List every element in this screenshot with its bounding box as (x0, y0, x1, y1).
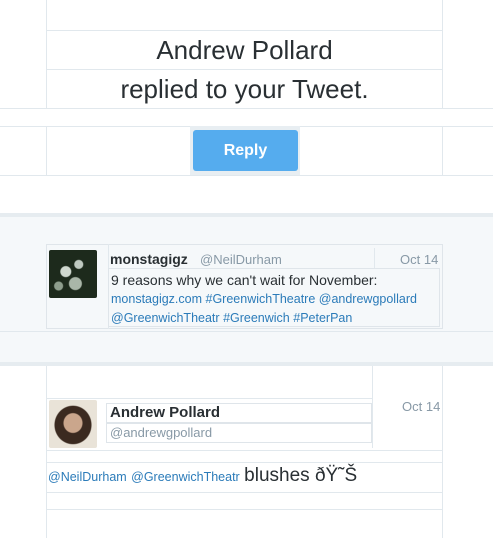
notification-actor: Andrew Pollard (156, 35, 333, 65)
hashtag-link[interactable]: #PeterPan (293, 311, 352, 325)
monstagigz-avatar[interactable] (49, 250, 97, 298)
reply-author-name[interactable]: Andrew Pollard (110, 404, 220, 422)
tweet-author-name[interactable]: monstagigz (110, 250, 188, 268)
divider (442, 366, 443, 538)
divider (46, 492, 443, 493)
divider (374, 248, 375, 268)
tweet-author-handle[interactable]: @NeilDurham (200, 251, 282, 269)
tweet-text: 9 reasons why we can't wait for November… (111, 272, 378, 288)
notification-action: replied to your Tweet. (120, 74, 369, 104)
divider (46, 450, 443, 451)
mention-link[interactable]: @andrewgpollard (319, 292, 417, 306)
andrew-pollard-avatar[interactable] (49, 400, 97, 448)
mention-link[interactable]: @NeilDurham (48, 470, 127, 484)
reply-date[interactable]: Oct 14 (402, 398, 440, 416)
mention-link[interactable]: @GreenwichTheatr (131, 470, 240, 484)
tweet-links-line1: monstagigz.com #GreenwichTheatre @andrew… (111, 290, 417, 308)
divider (0, 175, 493, 176)
reply-button[interactable]: Reply (193, 130, 298, 171)
divider (0, 331, 493, 332)
reply-text-line: @NeilDurham @GreenwichTheatr blushes ðŸ˜… (48, 464, 357, 489)
divider (46, 366, 47, 538)
divider (442, 126, 443, 175)
divider (46, 126, 47, 175)
band-border (0, 362, 493, 366)
mention-link[interactable]: @GreenwichTheatr (111, 311, 220, 325)
tweet-link[interactable]: monstagigz.com (111, 292, 202, 306)
tweet-links-line2: @GreenwichTheatr #Greenwich #PeterPan (111, 309, 352, 327)
divider (46, 509, 443, 510)
hashtag-link[interactable]: #Greenwich (223, 311, 290, 325)
divider (46, 462, 443, 463)
hashtag-link[interactable]: #GreenwichTheatre (206, 292, 316, 306)
tweet-date[interactable]: Oct 14 (400, 251, 438, 269)
divider (46, 398, 373, 399)
reply-text: blushes ðŸ˜Š (244, 465, 358, 486)
reply-author-handle[interactable]: @andrewgpollard (110, 424, 212, 442)
divider (372, 366, 373, 448)
